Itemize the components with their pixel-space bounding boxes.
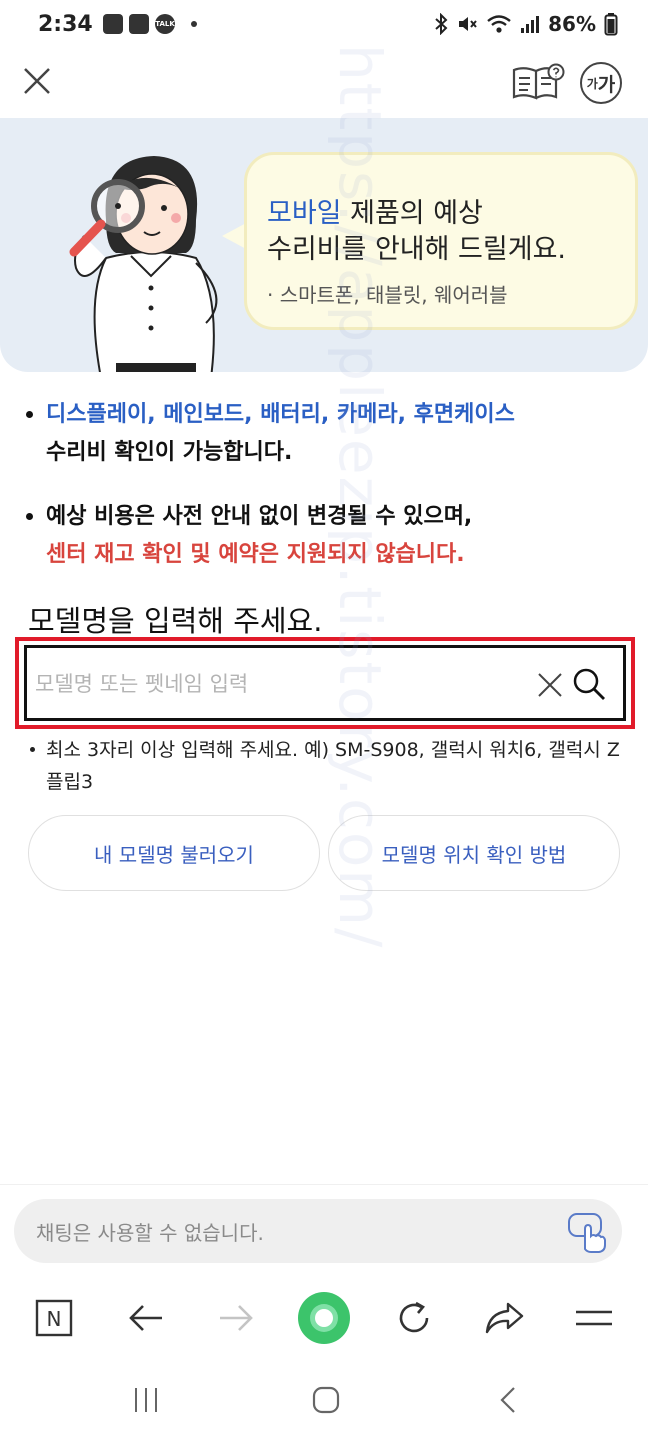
font-size-icon-big: 가 [597,73,616,96]
load-my-model-button[interactable]: 내 모델명 불러오기 [28,815,320,891]
top-bar: 가가 [0,52,648,118]
notice-parts-desc: 수리비 확인이 가능합니다. [46,440,293,465]
speech-bubble: 모바일 제품의 예상 수리비를 안내해 드릴게요. · 스마트폰, 태블릿, 웨… [244,152,638,330]
battery-text: 86% [548,12,596,36]
clear-icon[interactable] [535,670,565,700]
signal-icon [521,16,540,33]
forward-arrow-icon[interactable] [212,1294,260,1342]
back-icon[interactable] [488,1382,528,1418]
model-search-box [24,645,626,721]
hero-banner: 모바일 제품의 예상 수리비를 안내해 드릴게요. · 스마트폰, 태블릿, 웨… [0,118,648,372]
mute-icon [459,17,477,31]
hero-accent-text: 모바일 [267,198,342,229]
font-size-icon-small: 가 [586,76,598,91]
search-icon[interactable] [571,666,607,702]
model-location-guide-button[interactable]: 모델명 위치 확인 방법 [328,815,620,891]
talk-icon: TALK [155,14,175,34]
home-circle-icon[interactable] [296,1290,352,1346]
chat-input-disabled: 채팅은 사용할 수 없습니다. [14,1199,622,1263]
font-size-button[interactable]: 가가 [580,62,622,104]
hero-subtitle: · 스마트폰, 태블릿, 웨어러블 [267,283,508,307]
chat-bar: 채팅은 사용할 수 없습니다. [0,1184,648,1276]
status-right-icons: 86% [434,12,618,36]
notice-item: 예상 비용은 사전 안내 없이 변경될 수 있으며, 센터 재고 확인 및 예약… [24,498,634,574]
close-icon[interactable] [20,64,54,98]
battery-icon [604,13,618,36]
hero-title-line1: 모바일 제품의 예상 [267,191,483,230]
menu-icon[interactable] [570,1294,618,1342]
notification-dot-icon [191,21,197,27]
recent-apps-icon[interactable] [126,1382,166,1418]
status-left-icons: TALK [103,14,197,34]
home-icon[interactable] [306,1382,346,1418]
notice-item: 디스플레이, 메인보드, 배터리, 카메라, 후면케이스 수리비 확인이 가능합… [24,396,634,472]
browser-toolbar: N [0,1276,648,1360]
screen-icon [129,14,149,34]
wifi-icon [487,15,511,33]
hero-title-line2: 수리비를 안내해 드릴게요. [267,234,566,265]
model-search-input[interactable] [35,660,515,708]
chat-placeholder: 채팅은 사용할 수 없습니다. [36,1221,264,1245]
model-heading: 모델명을 입력해 주세요. [28,604,323,638]
back-arrow-icon[interactable] [122,1294,170,1342]
naver-letter: N [47,1307,62,1331]
notice-list: 디스플레이, 메인보드, 배터리, 카메라, 후면케이스 수리비 확인이 가능합… [24,396,634,600]
model-input-hint: 최소 3자리 이상 입력해 주세요. 예) SM-S908, 갤럭시 워치6, … [28,734,628,798]
naver-n-icon[interactable]: N [30,1294,78,1342]
photo-icon [103,14,123,34]
refresh-icon[interactable] [390,1294,438,1342]
notice-price-change: 예상 비용은 사전 안내 없이 변경될 수 있으며, [46,504,473,529]
character-with-magnifier-illustration [69,156,218,372]
notice-no-reservation: 센터 재고 확인 및 예약은 지원되지 않습니다. [46,542,465,567]
talk-badge-text: TALK [155,20,175,28]
guide-book-icon[interactable] [510,62,566,102]
touch-hand-icon[interactable] [566,1209,612,1255]
status-time: 2:34 [38,12,93,37]
notice-parts-text: 디스플레이, 메인보드, 배터리, 카메라, 후면케이스 [46,402,515,427]
bluetooth-icon [435,13,448,35]
share-icon[interactable] [480,1294,528,1342]
status-bar: 2:34 TALK 86% [0,0,648,52]
hero-line1-rest: 제품의 예상 [341,198,483,229]
system-navigation-bar [0,1360,648,1440]
